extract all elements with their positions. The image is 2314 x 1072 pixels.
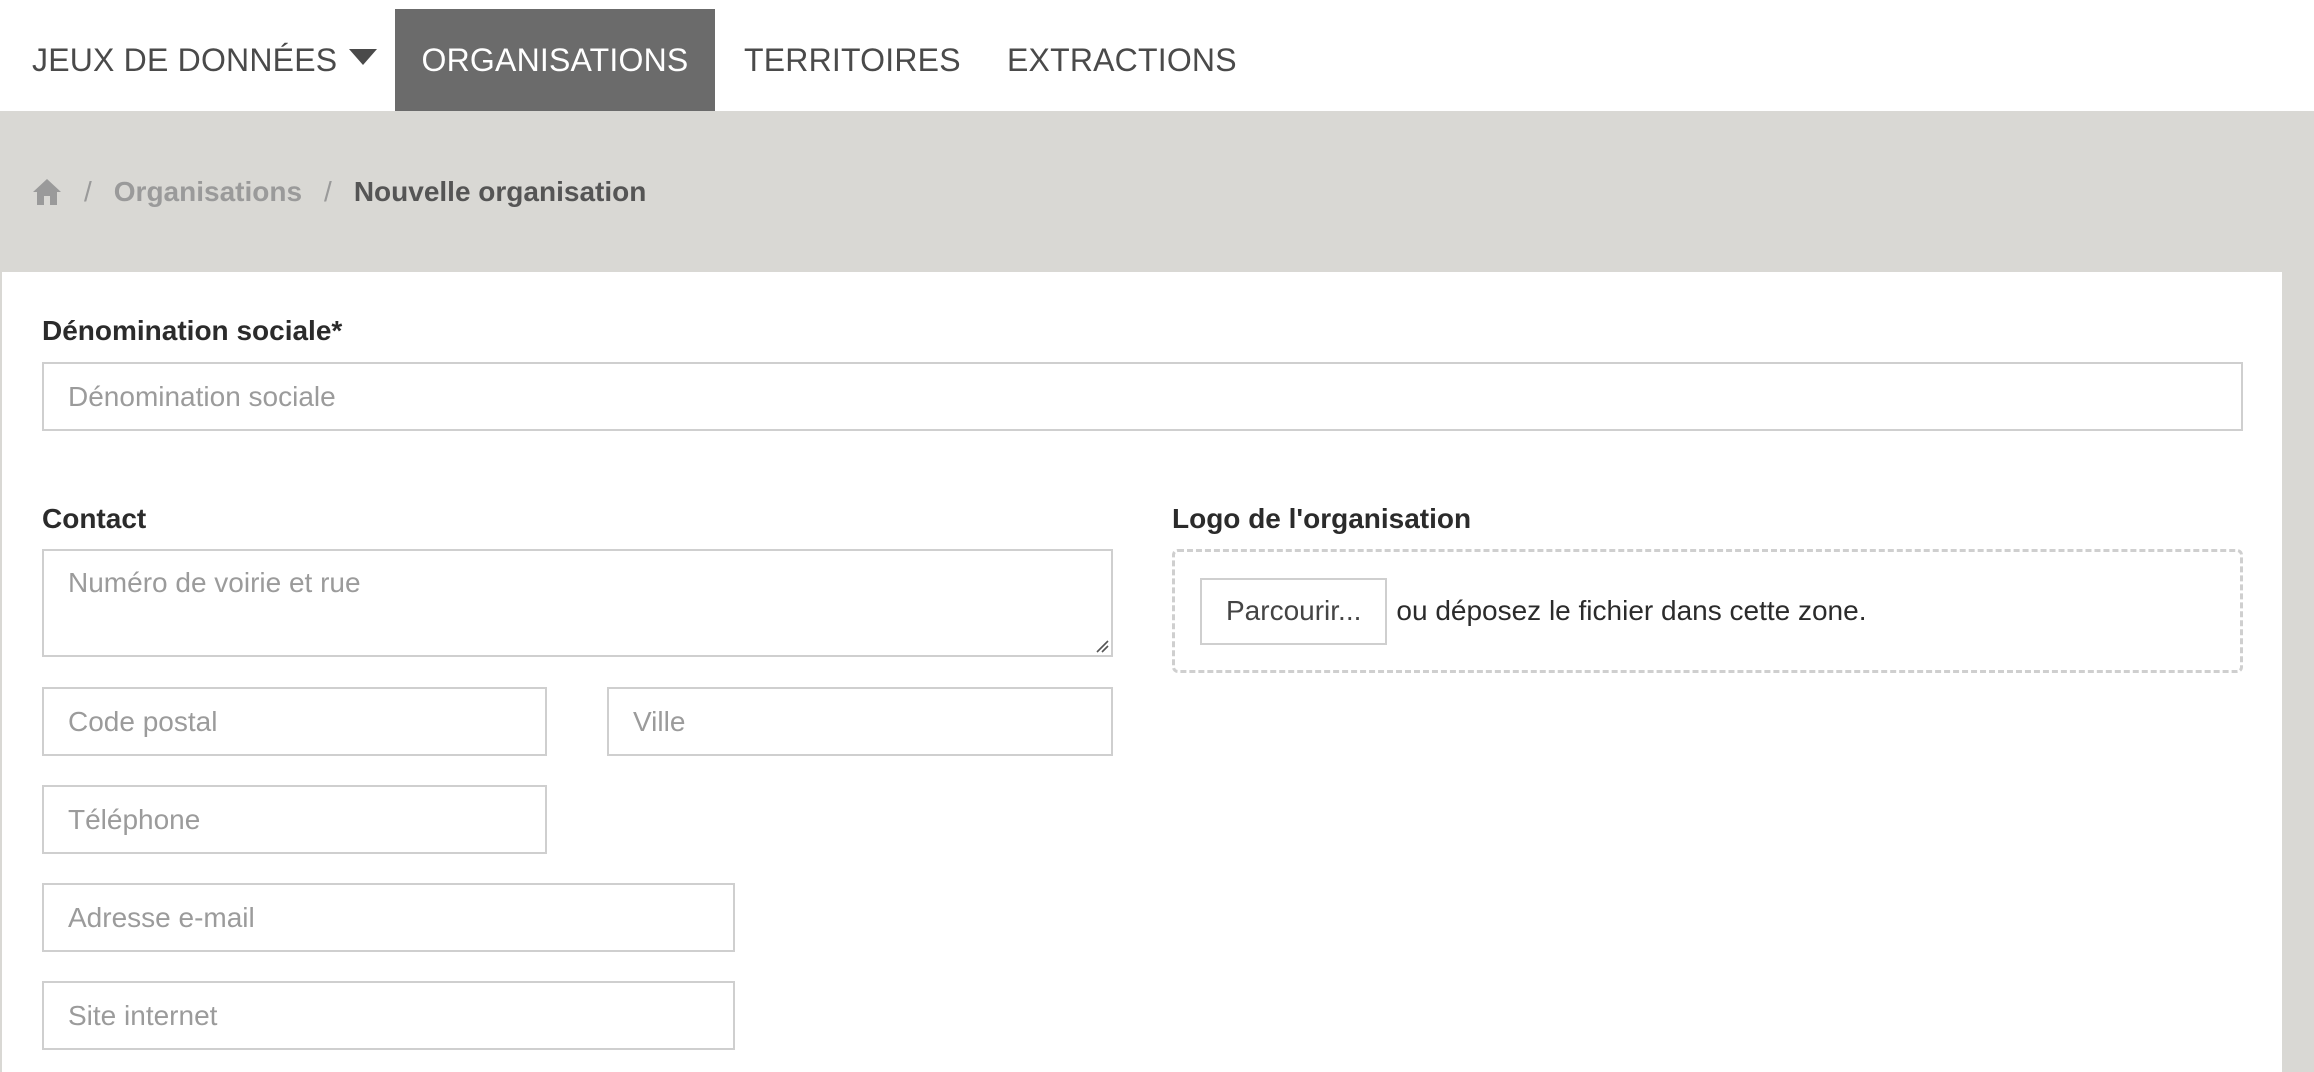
postal-code-input[interactable]: [42, 687, 547, 756]
breadcrumb: / Organisations / Nouvelle organisation: [0, 111, 2314, 272]
street-textarea[interactable]: [42, 549, 1113, 657]
email-input[interactable]: [42, 883, 735, 952]
nav-organisations[interactable]: ORGANISATIONS: [395, 9, 715, 111]
nav-extractions-label: EXTRACTIONS: [1007, 41, 1237, 78]
home-icon[interactable]: [32, 177, 62, 207]
website-input[interactable]: [42, 981, 735, 1050]
name-label: Dénomination sociale*: [42, 315, 343, 346]
city-input[interactable]: [607, 687, 1113, 756]
nav-datasets-dropdown[interactable]: JEUX DE DONNÉES: [32, 9, 378, 111]
logo-dropzone[interactable]: Parcourir... ou déposez le fichier dans …: [1172, 549, 2243, 673]
breadcrumb-current: Nouvelle organisation: [353, 175, 647, 207]
nav-territories-label: TERRITOIRES: [744, 41, 961, 78]
nav-organisations-label: ORGANISATIONS: [421, 41, 689, 78]
nav-extractions[interactable]: EXTRACTIONS: [1007, 9, 1237, 111]
dropzone-text: ou déposez le fichier dans cette zone.: [1396, 595, 1867, 626]
breadcrumb-separator: /: [324, 175, 332, 207]
nav-territories[interactable]: TERRITOIRES: [744, 9, 961, 111]
browse-button[interactable]: Parcourir...: [1200, 577, 1388, 645]
breadcrumb-separator: /: [84, 175, 92, 207]
nav-datasets-label: JEUX DE DONNÉES: [32, 41, 338, 78]
name-input[interactable]: [42, 362, 2243, 431]
caret-down-icon: [349, 49, 378, 65]
top-navigation: JEUX DE DONNÉES ORGANISATIONS TERRITOIRE…: [0, 0, 2314, 111]
contact-label: Contact: [42, 503, 147, 534]
logo-label: Logo de l'organisation: [1172, 503, 1472, 534]
form-panel: Dénomination sociale* Contact Logo de l'…: [2, 272, 2282, 1072]
phone-input[interactable]: [42, 785, 547, 854]
breadcrumb-link-organisations[interactable]: Organisations: [114, 176, 302, 208]
